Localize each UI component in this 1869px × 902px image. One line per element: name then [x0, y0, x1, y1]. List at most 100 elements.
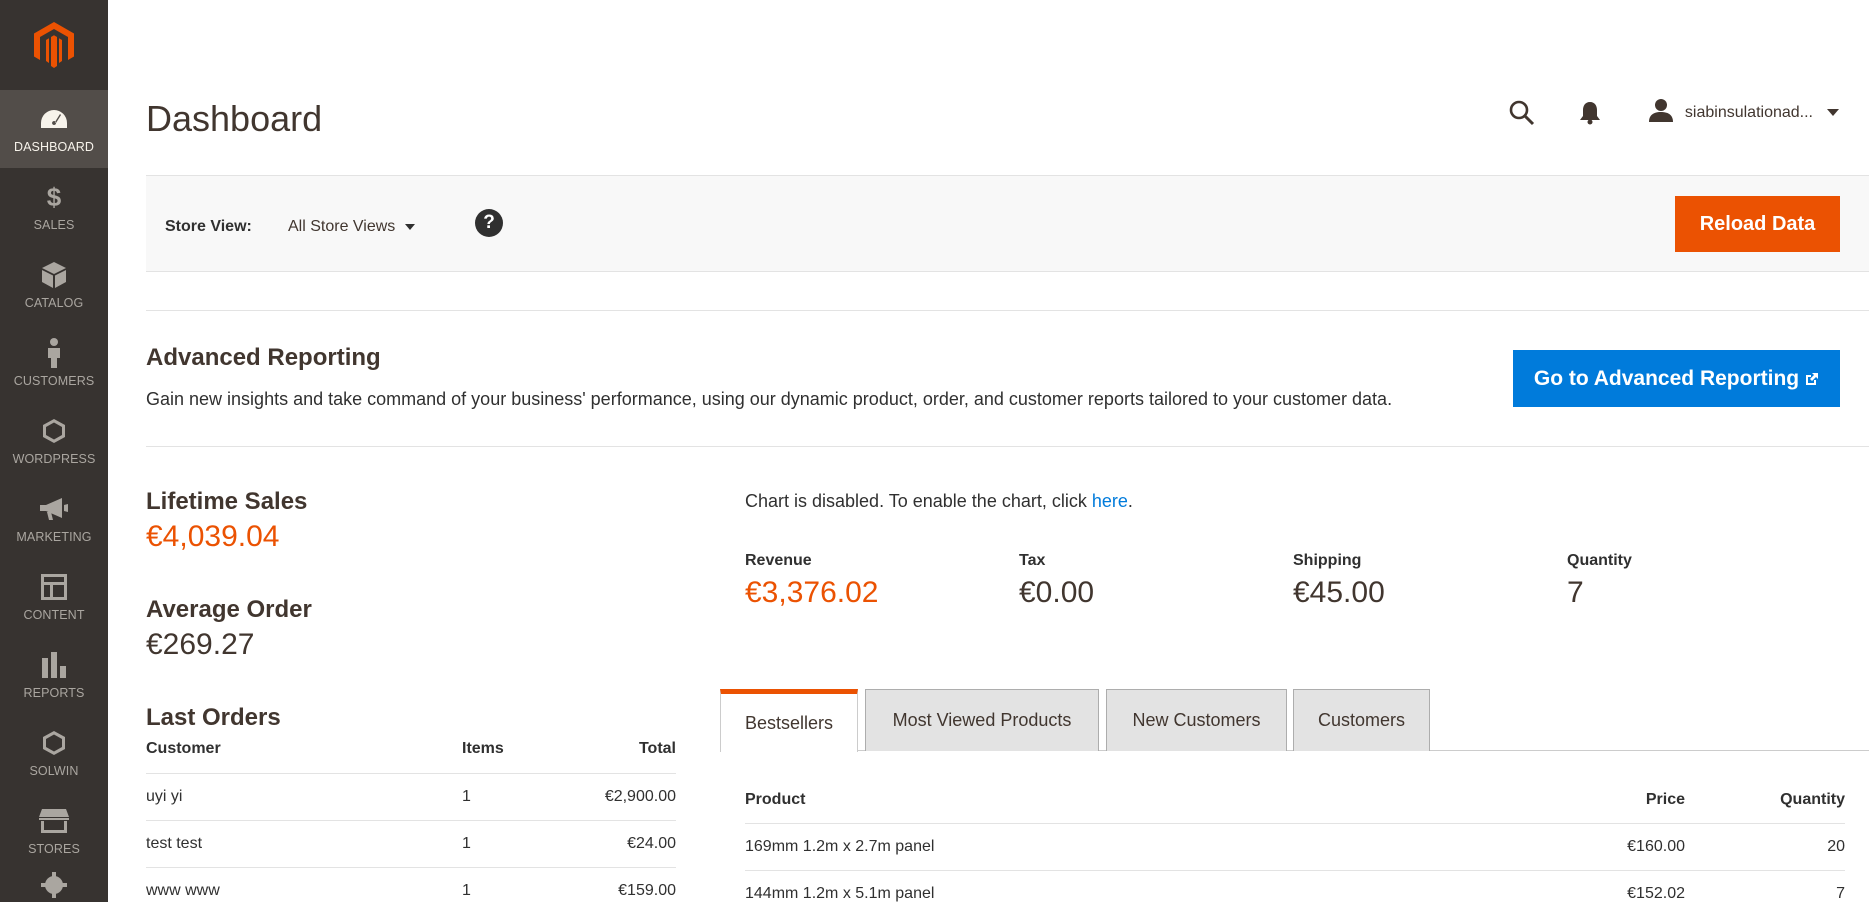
advanced-reporting-title: Advanced Reporting [146, 344, 381, 371]
user-avatar-icon [1648, 98, 1673, 127]
tab-new-customers[interactable]: New Customers [1106, 689, 1287, 751]
chart-disabled-note: Chart is disabled. To enable the chart, … [745, 491, 1133, 512]
user-account-menu[interactable]: siabinsulationad... [1648, 98, 1839, 127]
last-orders-table: Customer Items Total uyi yi 1 €2,900.00 … [146, 731, 676, 902]
store-view-dropdown[interactable]: All Store Views [288, 218, 416, 236]
tab-customers[interactable]: Customers [1293, 689, 1430, 751]
product-price: €152.02 [1525, 870, 1685, 902]
order-customer: uyi yi [146, 773, 462, 821]
store-icon [39, 806, 69, 836]
advanced-reporting-description: Gain new insights and take command of yo… [146, 389, 1393, 409]
sidebar-item-customers[interactable]: CUSTOMERS [0, 324, 108, 402]
column-header-price: Price [1525, 781, 1685, 824]
order-items: 1 [462, 773, 542, 821]
sidebar-item-label: REPORTS [23, 686, 85, 700]
sidebar-item-label: CONTENT [23, 608, 85, 622]
table-header-row: Product Price Quantity [745, 781, 1845, 824]
lifetime-sales-value: €4,039.04 [146, 520, 280, 553]
table-row[interactable]: 169mm 1.2m x 2.7m panel €160.00 20 [745, 823, 1845, 871]
divider [146, 446, 1869, 447]
bestsellers-table: Product Price Quantity 169mm 1.2m x 2.7m… [745, 781, 1845, 902]
table-header-row: Customer Items Total [146, 731, 676, 774]
sidebar-item-label: SOLWIN [29, 764, 79, 778]
tab-bestsellers[interactable]: Bestsellers [720, 689, 858, 752]
magento-logo[interactable] [0, 0, 108, 90]
total-revenue: Revenue €3,376.02 [745, 552, 1019, 610]
product-name: 144mm 1.2m x 5.1m panel [745, 870, 1525, 902]
advanced-reporting-button-label: Go to Advanced Reporting [1533, 366, 1800, 390]
product-price: €160.00 [1525, 823, 1685, 871]
chevron-down-icon [1827, 109, 1839, 116]
total-quantity: Quantity 7 [1567, 552, 1841, 610]
order-total: €2,900.00 [541, 773, 676, 821]
total-label: Tax [1019, 552, 1046, 569]
box-icon [42, 260, 66, 290]
sidebar-item-wordpress[interactable]: WORDPRESS [0, 402, 108, 480]
table-row[interactable]: www www 1 €159.00 [146, 867, 676, 902]
chart-note-end: . [1127, 491, 1133, 511]
total-label: Shipping [1293, 552, 1362, 569]
column-header-quantity: Quantity [1685, 781, 1845, 824]
chart-note-text: Chart is disabled. To enable the chart, … [745, 491, 1092, 511]
table-row[interactable]: 144mm 1.2m x 5.1m panel €152.02 7 [745, 870, 1845, 902]
store-view-bar: Store View: All Store Views ? Reload Dat… [146, 175, 1869, 272]
sidebar-item-catalog[interactable]: CATALOG [0, 246, 108, 324]
sidebar-item-marketing[interactable]: MARKETING [0, 480, 108, 558]
total-tax: Tax €0.00 [1019, 552, 1293, 610]
sidebar-item-reports[interactable]: REPORTS [0, 636, 108, 714]
lifetime-sales-label: Lifetime Sales [146, 488, 308, 515]
sidebar-item-sales[interactable]: $ SALES [0, 168, 108, 246]
tab-most-viewed-products[interactable]: Most Viewed Products [865, 689, 1099, 751]
go-to-advanced-reporting-button[interactable]: Go to Advanced Reporting [1513, 350, 1840, 407]
column-header-customer: Customer [146, 731, 462, 774]
total-label: Revenue [745, 552, 812, 569]
reload-data-button[interactable]: Reload Data [1675, 196, 1840, 252]
sidebar-item-label: STORES [28, 842, 80, 856]
store-view-selected: All Store Views [288, 218, 396, 235]
total-shipping: Shipping €45.00 [1293, 552, 1567, 610]
sidebar-item-label: WORDPRESS [12, 452, 96, 466]
user-name: siabinsulationad... [1684, 103, 1813, 121]
sidebar-item-label: MARKETING [16, 530, 92, 544]
total-value: €0.00 [1019, 576, 1095, 609]
sidebar-item-label: SALES [33, 218, 75, 232]
order-customer: www www [146, 867, 462, 902]
dashboard-icon [39, 104, 69, 134]
order-items: 1 [462, 867, 542, 902]
notifications-bell-icon[interactable] [1579, 101, 1601, 125]
dashboard-tabs: Bestsellers Most Viewed Products New Cus… [720, 689, 1869, 752]
chevron-down-icon [405, 224, 416, 230]
product-quantity: 7 [1685, 870, 1845, 902]
order-items: 1 [462, 820, 542, 868]
megaphone-icon [40, 494, 68, 524]
total-value: €45.00 [1293, 576, 1385, 609]
bar-chart-icon [42, 650, 66, 680]
admin-sidebar: DASHBOARD $ SALES CATALOG CUSTOMERS WORD… [0, 0, 108, 902]
sidebar-item-solwin[interactable]: SOLWIN [0, 714, 108, 792]
table-row[interactable]: uyi yi 1 €2,900.00 [146, 773, 676, 821]
table-row[interactable]: test test 1 €24.00 [146, 820, 676, 868]
hexagon-icon [42, 416, 66, 446]
search-icon[interactable] [1509, 100, 1535, 126]
column-header-product: Product [745, 781, 1525, 824]
order-total: €159.00 [541, 867, 676, 902]
sidebar-item-content[interactable]: CONTENT [0, 558, 108, 636]
sidebar-item-stores[interactable]: STORES [0, 792, 108, 870]
help-icon[interactable]: ? [475, 209, 503, 237]
external-link-icon [1805, 372, 1819, 386]
last-orders-title: Last Orders [146, 704, 281, 731]
sidebar-item-system[interactable] [0, 870, 108, 902]
store-view-label: Store View: [165, 218, 252, 235]
sidebar-item-label: CUSTOMERS [13, 374, 95, 388]
sidebar-item-dashboard[interactable]: DASHBOARD [0, 90, 108, 168]
dollar-icon: $ [46, 181, 62, 212]
order-customer: test test [146, 820, 462, 868]
average-order-label: Average Order [146, 596, 312, 623]
gear-icon [40, 870, 68, 900]
sidebar-item-label: CATALOG [24, 296, 84, 310]
layout-icon [41, 572, 67, 602]
header-actions: siabinsulationad... [1509, 98, 1839, 127]
enable-chart-link[interactable]: here [1092, 491, 1128, 511]
column-header-total: Total [541, 731, 676, 774]
total-value: €3,376.02 [745, 576, 879, 609]
